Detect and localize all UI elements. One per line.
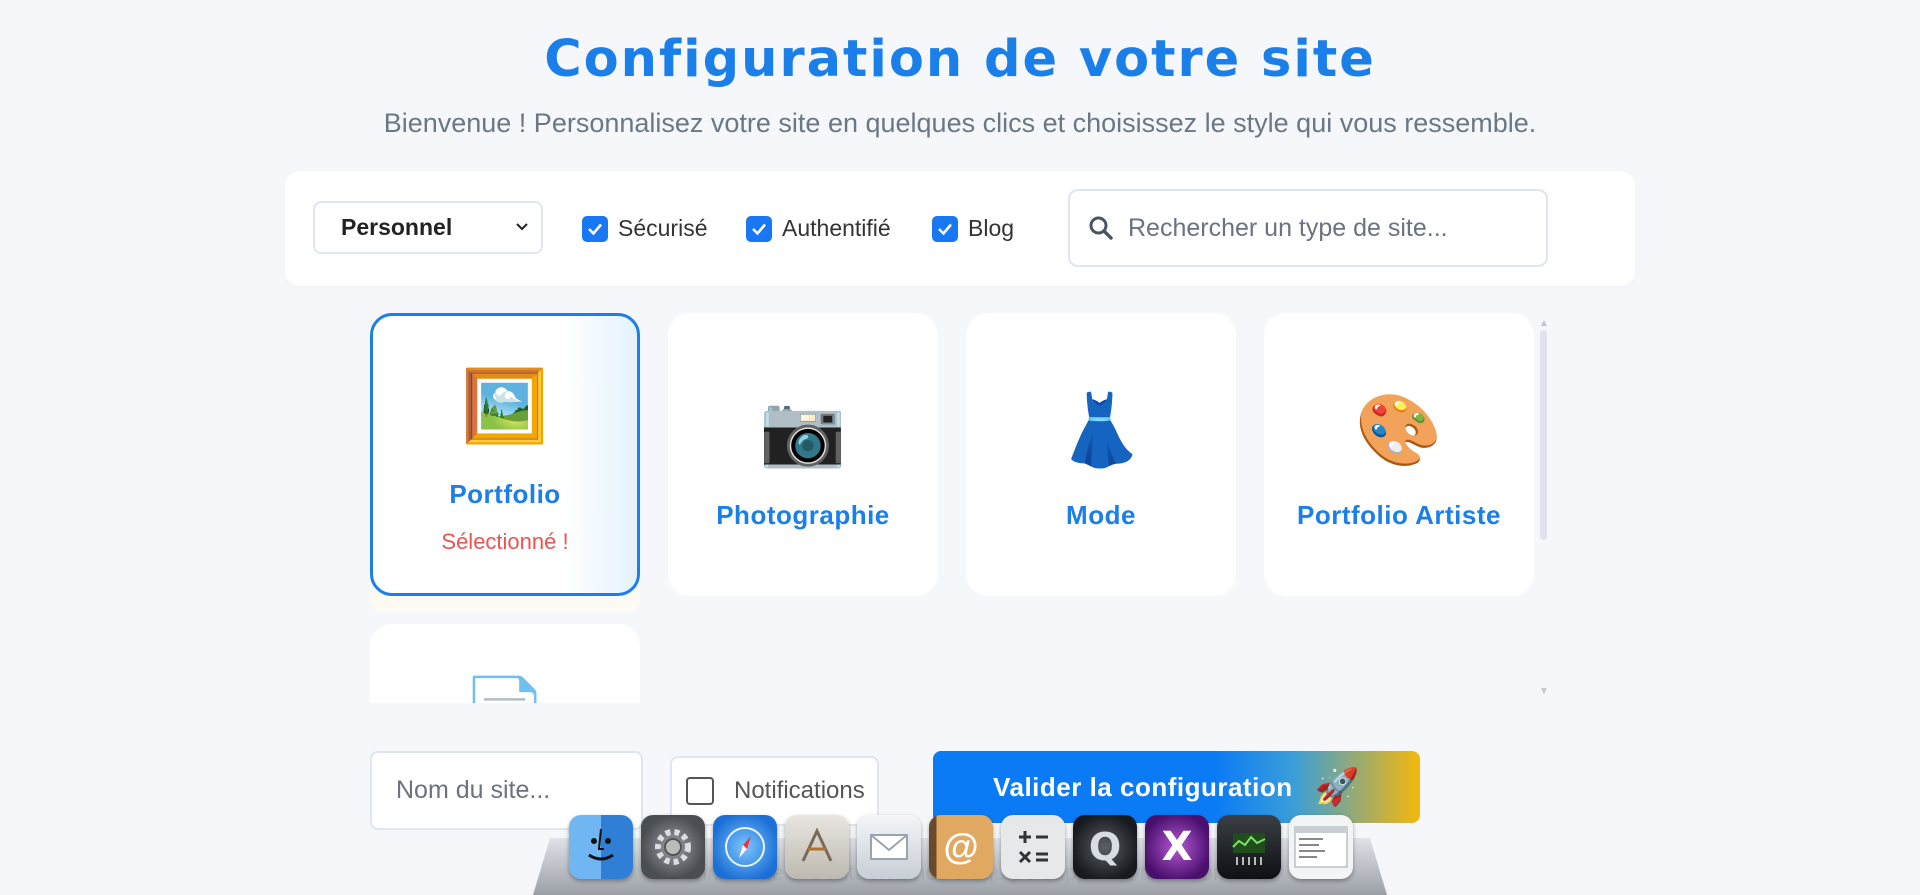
selected-indicator: Sélectionné ! [441,529,569,554]
site-card-label: Portfolio [449,479,561,509]
site-type-select-value: Personnel [341,214,453,240]
x11-icon[interactable]: X [1145,815,1209,879]
camera-icon: 📷 [759,391,847,469]
dock: @ Q X [567,815,1367,880]
scroll-down-arrow-icon[interactable]: ▼ [1539,686,1549,697]
page-subtitle: Bienvenue ! Personnalisez votre site en … [383,108,1537,138]
address-book-icon[interactable]: @ [929,815,993,879]
page-title: Configuration de votre site [544,30,1376,89]
checkbox-securise[interactable]: Sécurisé [582,215,707,242]
scrollbar-thumb[interactable] [1540,330,1547,540]
site-card-label: Mode [1066,500,1136,530]
system-preferences-icon[interactable] [641,815,705,879]
site-card-portfolio[interactable]: 🖼️ Portfolio Sélectionné ! [370,313,640,596]
checkbox-unchecked-icon[interactable] [686,777,714,805]
search-placeholder: Rechercher un type de site... [1128,213,1448,242]
site-type-select[interactable]: Personnel [313,201,543,254]
finder-icon[interactable] [569,815,633,879]
notifications-label: Notifications [734,777,865,804]
framed-picture-icon: 🖼️ [461,367,549,445]
site-card-portfolio-artiste[interactable]: 🎨 Portfolio Artiste [1264,313,1534,596]
mail-icon[interactable] [857,815,921,879]
calculator-icon[interactable] [1001,815,1065,879]
search-icon [1088,215,1114,241]
site-card-label: Photographie [716,500,890,530]
site-card-photographie[interactable]: 📷 Photographie [668,313,938,596]
site-card-mode[interactable]: 👗 Mode [966,313,1236,596]
checkbox-checked-icon[interactable] [582,215,608,242]
rocket-icon: 🚀 [1314,766,1360,807]
checkbox-checked-icon[interactable] [746,215,772,242]
checkbox-label: Sécurisé [618,215,708,241]
screenshot-window-icon[interactable] [1289,815,1353,879]
xcode-icon[interactable] [785,815,849,879]
site-card-document[interactable]: 📄 [370,624,640,703]
quicktime-icon[interactable]: Q [1073,815,1137,879]
chevron-down-icon [513,215,531,245]
dress-icon: 👗 [1057,391,1145,469]
submit-button[interactable]: Valider la configuration 🚀 [933,751,1420,823]
site-type-grid: 🖼️ Portfolio Sélectionné ! 📷 Photographi… [370,313,1540,703]
checkbox-authentifie[interactable]: Authentifié [746,215,891,242]
checkbox-label: Blog [968,215,1015,241]
activity-monitor-icon[interactable] [1217,815,1281,879]
artist-palette-icon: 🎨 [1355,391,1443,469]
checkbox-label: Authentifié [782,215,891,241]
checkbox-checked-icon[interactable] [932,215,958,242]
page-icon: 📄 [370,679,640,703]
safari-icon[interactable] [713,815,777,879]
scroll-up-arrow-icon[interactable]: ▲ [1539,318,1549,329]
grid-scrollbar[interactable]: ▲ ▼ [1538,318,1549,700]
search-input[interactable]: Rechercher un type de site... [1068,189,1548,267]
checkbox-blog[interactable]: Blog [932,215,1014,242]
filter-toolbar: Personnel Sécurisé Authentifié Blog Rech… [285,171,1635,286]
site-name-placeholder: Nom du site... [396,776,551,804]
submit-button-label: Valider la configuration [993,771,1293,802]
site-card-label: Portfolio Artiste [1297,500,1501,530]
